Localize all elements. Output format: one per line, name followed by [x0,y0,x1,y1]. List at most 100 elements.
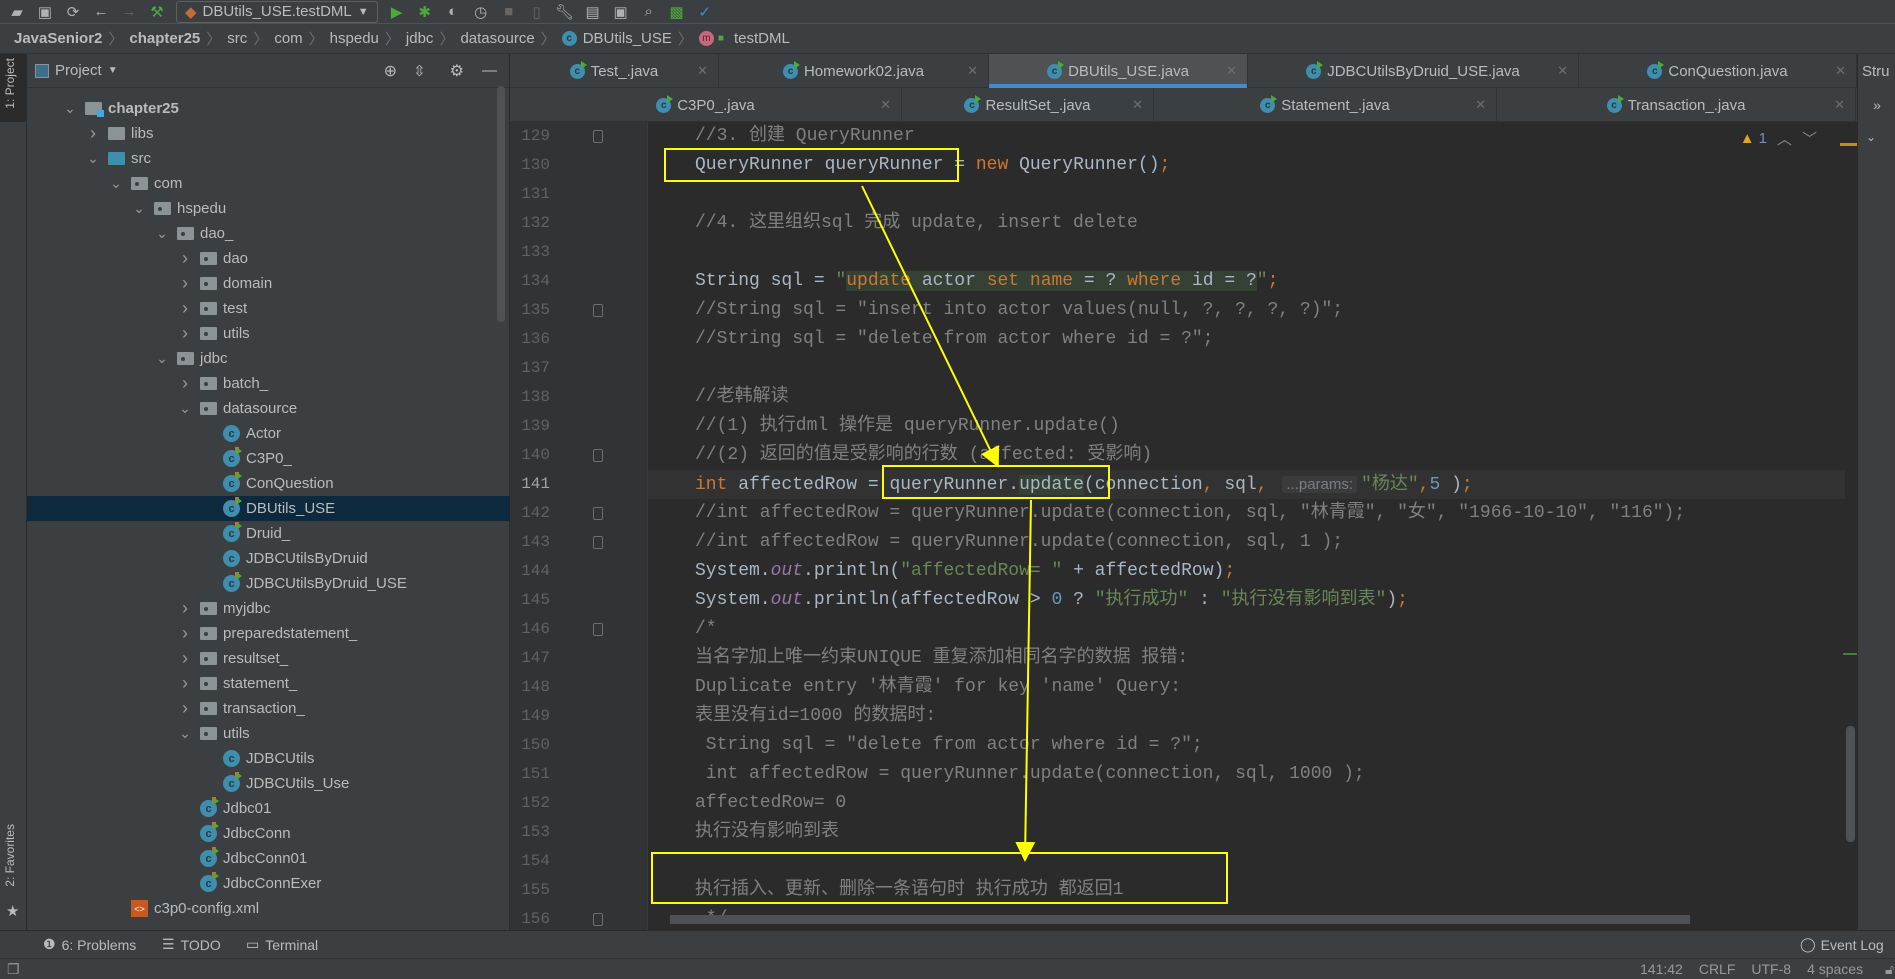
line-separator[interactable]: CRLF [1699,961,1736,977]
fold-marker-icon[interactable] [593,304,603,317]
debug-icon[interactable]: ✱ [416,3,434,21]
chevron-right-icon[interactable]: › [178,623,192,644]
caret-position[interactable]: 141:42 [1640,961,1683,977]
chevron-right-icon[interactable]: › [178,323,192,344]
run-icon[interactable]: ▶ [388,3,406,21]
editor-tab[interactable]: c Test_.java ✕ [510,54,719,88]
open-folder-icon[interactable]: ▰ [8,3,26,21]
tree-item[interactable]: ⌄ chapter25 [27,96,510,121]
editor-tab[interactable]: c Statement_.java ✕ [1154,88,1497,122]
chevron-right-icon[interactable]: › [178,698,192,719]
project-structure-icon[interactable]: ▤ [584,3,602,21]
tree-item[interactable]: <> c3p0-config.xml [27,896,510,921]
project-scrollbar[interactable] [497,86,505,322]
tree-item[interactable]: c JDBCUtilsByDruid_USE [27,571,510,596]
more-tabs-button[interactable]: » [1858,88,1895,122]
run-config-dropdown[interactable]: ◆ DBUtils_USE.testDML ▼ [176,0,378,23]
fold-marker-icon[interactable] [593,507,603,520]
chevron-right-icon[interactable]: › [178,673,192,694]
tree-item[interactable]: › myjdbc [27,596,510,621]
chevron-down-icon[interactable]: ﹀ [1802,128,1817,149]
tree-item[interactable]: c Actor [27,421,510,446]
breadcrumb-module[interactable]: chapter25 [129,30,200,47]
build-hammer-icon[interactable]: ⚒ [148,3,166,21]
indent-setting[interactable]: 4 spaces [1807,961,1863,977]
profile-icon[interactable]: ◷ [472,3,490,21]
chevron-down-icon[interactable]: ⌄ [63,100,77,117]
coverage-icon[interactable]: ◐ [444,3,462,21]
tree-item[interactable]: › statement_ [27,671,510,696]
terminal-tool-button[interactable]: ▭ Terminal [246,936,318,953]
breadcrumb-class[interactable]: c DBUtils_USE [561,30,672,47]
tree-item[interactable]: › utils [27,321,510,346]
tree-item[interactable]: › batch_ [27,371,510,396]
fold-marker-icon[interactable] [593,913,603,926]
project-view-selector[interactable]: Project [55,62,102,79]
editor-vertical-scrollbar[interactable] [1846,726,1855,842]
breadcrumb-com[interactable]: com [274,30,302,47]
locate-icon[interactable]: ⊕ [384,61,397,81]
editor-tab[interactable]: c DBUtils_USE.java ✕ [989,54,1248,88]
breadcrumb-jdbc[interactable]: jdbc [406,30,434,47]
fold-marker-icon[interactable] [593,449,603,462]
tree-item[interactable]: c JDBCUtils [27,746,510,771]
tree-item[interactable]: › resultset_ [27,646,510,671]
chevron-down-icon[interactable]: ⌄ [178,400,192,417]
chevron-down-icon[interactable]: ⌄ [1866,130,1876,144]
editor-tab[interactable]: c ConQuestion.java ✕ [1579,54,1857,88]
breadcrumb-datasource[interactable]: datasource [460,30,534,47]
collapse-all-icon[interactable]: ⇳ [413,62,426,80]
editor-tab[interactable]: c Homework02.java ✕ [719,54,989,88]
problems-tool-button[interactable]: ❶ 6: Problems [43,936,136,953]
run-anything-icon[interactable]: ▣ [612,3,630,21]
device-icon[interactable]: ▯ [528,3,546,21]
layout-toggle-icon[interactable]: ❐ [7,961,20,978]
close-tab-icon[interactable]: ✕ [1132,97,1143,113]
chevron-right-icon[interactable]: › [178,648,192,669]
tree-item[interactable]: ⌄ datasource [27,396,510,421]
tree-item[interactable]: › dao [27,246,510,271]
tree-item[interactable]: › domain [27,271,510,296]
breadcrumb-method[interactable]: m ■ testDML [698,30,790,47]
chevron-down-icon[interactable]: ⌄ [109,175,123,192]
chevron-down-icon[interactable]: ▼ [108,65,118,76]
chevron-down-icon[interactable]: ⌄ [155,225,169,242]
tree-item[interactable]: › transaction_ [27,696,510,721]
close-tab-icon[interactable]: ✕ [880,97,891,113]
tree-item[interactable]: ⌄ dao_ [27,221,510,246]
event-log-button[interactable]: ◯ Event Log [1800,936,1884,953]
sync-icon[interactable]: ⟳ [64,3,82,21]
gear-icon[interactable]: ⚙ [450,61,464,81]
chevron-right-icon[interactable]: › [178,373,192,394]
inspection-widget[interactable]: ▲ 1 ︿ ﹀ [1740,128,1817,149]
tree-item[interactable]: c Druid_ [27,521,510,546]
warning-stripe[interactable] [1840,143,1857,146]
code-editor[interactable]: 129 130 131 132 133 134 135 136 137 138 139 140 141 1… [510,122,1857,930]
tree-item[interactable]: ⌄ hspedu [27,196,510,221]
chevron-down-icon[interactable]: ⌄ [132,200,146,217]
fold-marker-icon[interactable] [593,536,603,549]
close-tab-icon[interactable]: ✕ [697,63,708,79]
editor-tab[interactable]: c ResultSet_.java ✕ [902,88,1154,122]
chevron-right-icon[interactable]: › [178,298,192,319]
close-tab-icon[interactable]: ✕ [1834,97,1845,113]
breadcrumb-hspedu[interactable]: hspedu [330,30,379,47]
favorites-tool-tab[interactable]: 2: Favorites ★ [0,824,26,924]
tree-item[interactable]: c JDBCUtilsByDruid [27,546,510,571]
chevron-down-icon[interactable]: ⌄ [86,150,100,167]
wrench-icon[interactable]: 🔧︎ [555,3,574,21]
tree-item[interactable]: c Jdbc01 [27,796,510,821]
lock-icon[interactable]: 🔓︎ [1885,961,1894,978]
close-tab-icon[interactable]: ✕ [1226,63,1237,79]
tree-item[interactable]: c ConQuestion [27,471,510,496]
todo-tool-button[interactable]: ☰ TODO [162,936,221,953]
fold-marker-icon[interactable] [593,130,603,143]
check-icon[interactable]: ✓ [696,3,714,21]
tree-item[interactable]: ⌄ src [27,146,510,171]
close-tab-icon[interactable]: ✕ [1557,63,1568,79]
tree-item[interactable]: › libs [27,121,510,146]
tree-item[interactable]: c JDBCUtils_Use [27,771,510,796]
save-icon[interactable]: ▣ [36,3,54,21]
minimize-icon[interactable]: — [482,62,497,79]
tree-item[interactable]: c DBUtils_USE [27,496,510,521]
